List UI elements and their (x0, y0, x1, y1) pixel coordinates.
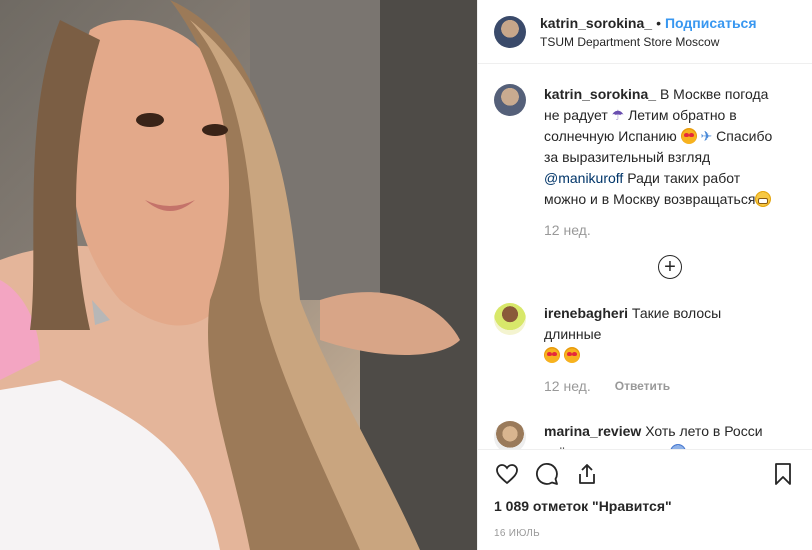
comment-icon[interactable] (534, 461, 560, 487)
caption-time[interactable]: 12 нед. (544, 220, 779, 241)
caption-mention[interactable]: @manikuroff (544, 170, 623, 186)
comment-username[interactable]: marina_review (544, 423, 641, 439)
post-location[interactable]: TSUM Department Store Moscow (540, 35, 757, 49)
post-photo-illustration (0, 0, 477, 550)
caption-row: katrin_sorokina_ В Москве погода не раду… (494, 84, 796, 241)
separator-dot: • (656, 14, 661, 31)
load-more-plus-icon[interactable]: + (658, 255, 682, 279)
comment-row: irenebagheri Такие волосы длинные 12 нед… (494, 303, 796, 397)
heart-icon[interactable] (494, 461, 520, 487)
heart-eyes-emoji-icon (563, 347, 580, 363)
likes-count[interactable]: 1 089 отметок "Нравится" (494, 498, 796, 514)
post-photo[interactable] (0, 0, 477, 550)
commenter-avatar[interactable] (494, 303, 526, 335)
bookmark-icon[interactable] (770, 461, 796, 487)
comment-meta: 12 нед. Ответить (544, 376, 779, 397)
comment-text: marina_review Хоть лето в Росси всё равн… (544, 421, 779, 449)
caption-text: katrin_sorokina_ В Москве погода не раду… (544, 84, 779, 241)
commenter-avatar[interactable] (494, 421, 526, 449)
comment-time[interactable]: 12 нед. (544, 376, 591, 397)
action-icons (494, 454, 796, 494)
author-username[interactable]: katrin_sorokina_ (540, 15, 652, 31)
post-side-panel: katrin_sorokina_ • Подписаться TSUM Depart… (477, 0, 812, 550)
post-header-meta: katrin_sorokina_ • Подписаться TSUM Depart… (540, 15, 757, 49)
post-date[interactable]: 16 ИЮЛЬ (494, 528, 796, 539)
follow-button[interactable]: Подписаться (665, 15, 757, 31)
comments-list: katrin_sorokina_ В Москве погода не раду… (478, 64, 812, 449)
share-icon[interactable] (574, 461, 600, 487)
author-avatar[interactable] (494, 15, 526, 48)
grimacing-emoji-icon (755, 191, 772, 207)
post-container: katrin_sorokina_ • Подписаться TSUM Depart… (0, 0, 812, 550)
reply-button[interactable]: Ответить (615, 376, 670, 397)
comment-row: marina_review Хоть лето в Росси всё равн… (494, 421, 796, 449)
umbrella-rain-emoji-icon: ☂ (611, 107, 625, 123)
post-header: katrin_sorokina_ • Подписаться TSUM Depart… (478, 0, 812, 64)
caption-username[interactable]: katrin_sorokina_ (544, 86, 656, 102)
comment-text: irenebagheri Такие волосы длинные 12 нед… (544, 303, 779, 397)
comment-username[interactable]: irenebagheri (544, 305, 628, 321)
airplane-emoji-icon: ✈ (700, 128, 713, 144)
heart-eyes-emoji-icon (544, 347, 560, 363)
caption-author-avatar[interactable] (494, 84, 526, 116)
post-actions: 1 089 отметок "Нравится" 16 ИЮЛЬ (478, 449, 812, 539)
heart-eyes-emoji-icon (680, 128, 697, 144)
load-more-comments[interactable]: + (494, 255, 796, 279)
